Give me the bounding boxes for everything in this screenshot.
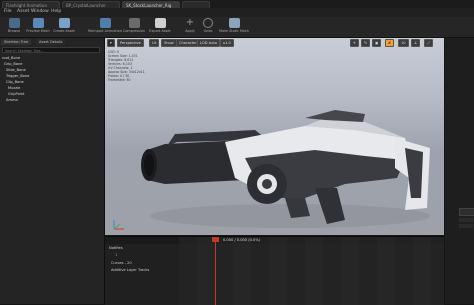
lit-button[interactable]: Lit	[149, 39, 160, 47]
viewport-toolbar: ▾ Perspective Lit Show Character LOD Aut…	[105, 38, 444, 47]
tree-item-grip[interactable]: Grip_Bone	[4, 62, 23, 66]
main-toolbar: Browse Preview Mesh Create Asset Reimpor…	[0, 17, 474, 38]
preview-mesh-button[interactable]: Preview Mesh	[24, 18, 52, 36]
create-asset-button[interactable]: Create Asset	[50, 18, 78, 36]
menu-help[interactable]: Help	[51, 9, 61, 14]
details-search-input[interactable]	[459, 208, 474, 216]
reimport-animation-button[interactable]: Reimport Animation	[88, 18, 122, 36]
tree-item-root[interactable]: root_Bone	[2, 56, 20, 60]
tree-item-clip[interactable]: Clip_Bone	[6, 80, 24, 84]
perspective-button[interactable]: Perspective	[117, 39, 144, 47]
browse-icon	[8, 18, 20, 28]
menu-file[interactable]: File	[4, 9, 12, 14]
document-tab-1[interactable]: Flashlight Animation	[2, 1, 60, 8]
document-tab-3[interactable]: SK_StockLauncher_Rig	[122, 1, 180, 8]
reimport-icon	[99, 18, 111, 28]
document-tab-new[interactable]	[182, 1, 210, 8]
playback-speed-button[interactable]: x1.0	[220, 39, 234, 47]
static-mesh-icon	[228, 18, 240, 28]
compression-icon	[128, 18, 140, 28]
menu-bar: File Asset Window Help	[0, 8, 474, 17]
export-icon	[154, 18, 166, 28]
translate-tool-icon[interactable]: ✛	[350, 39, 360, 47]
lod-auto-button[interactable]: LOD Auto	[197, 39, 220, 47]
rotate-tool-icon[interactable]: ↻	[361, 39, 371, 47]
tab-asset-details[interactable]: Asset Details	[36, 39, 66, 45]
undo-icon	[203, 18, 213, 28]
details-row	[459, 218, 473, 222]
menu-asset[interactable]: Asset	[17, 9, 29, 14]
tree-item-slide[interactable]: Slide_Bone	[6, 68, 26, 72]
animation-timeline: 0.000 / 0.000 (0.0%) Notifies 1 Curves -…	[105, 236, 444, 305]
details-row	[459, 224, 473, 228]
angle-snap-icon[interactable]: ∠	[411, 39, 421, 47]
skeleton-search-input[interactable]: Search Skeleton Tree...	[2, 47, 100, 53]
viewport-menu-button[interactable]: ▾	[107, 39, 115, 47]
export-asset-button[interactable]: Export Asset	[146, 18, 174, 36]
scale-tool-icon[interactable]: ▣	[372, 39, 382, 47]
tree-item-ammo[interactable]: Ammo	[6, 98, 18, 102]
compression-button[interactable]: Compression	[120, 18, 148, 36]
skeleton-tree-panel: Skeleton Tree Asset Details Search Skele…	[0, 38, 105, 304]
timeline-track-area[interactable]	[179, 237, 444, 305]
details-panel	[445, 38, 474, 304]
maximize-viewport-icon[interactable]: ⤢	[424, 39, 433, 47]
snap-toggle-icon[interactable]: #	[385, 39, 395, 47]
weapon-mesh	[141, 110, 430, 228]
timeline-row-curves[interactable]: Curves - 20	[111, 261, 132, 265]
tree-item-trigger[interactable]: Trigger_Bone	[6, 74, 29, 78]
playhead[interactable]	[215, 237, 216, 305]
make-static-mesh-button[interactable]: Make Static Mesh	[218, 18, 250, 36]
viewport[interactable]: ▾ Perspective Lit Show Character LOD Aut…	[105, 38, 444, 235]
mesh-icon	[32, 18, 44, 28]
timeline-row-notifies[interactable]: Notifies	[109, 246, 123, 250]
tab-skeleton-tree[interactable]: Skeleton Tree	[1, 39, 32, 45]
timeline-row-additive[interactable]: Additive Layer Tracks	[111, 268, 149, 272]
timeline-row-notify-track[interactable]: 1	[115, 253, 117, 257]
create-icon	[58, 18, 70, 28]
tree-item-muzzle[interactable]: Muzzle	[8, 86, 20, 90]
stat-framerate: Framerate: 60	[108, 78, 131, 82]
show-button[interactable]: Show	[161, 39, 177, 47]
time-readout: 0.000 / 0.000 (0.0%)	[223, 238, 261, 242]
axis-gizmo-icon	[113, 220, 124, 230]
tree-item-grippoint[interactable]: GripPoint	[8, 92, 24, 96]
menu-window[interactable]: Window	[31, 9, 49, 14]
grid-size-button[interactable]: 10	[398, 39, 409, 47]
document-tab-2[interactable]: BP_CrystalLauncher	[62, 1, 120, 8]
playhead-handle[interactable]	[212, 237, 219, 242]
